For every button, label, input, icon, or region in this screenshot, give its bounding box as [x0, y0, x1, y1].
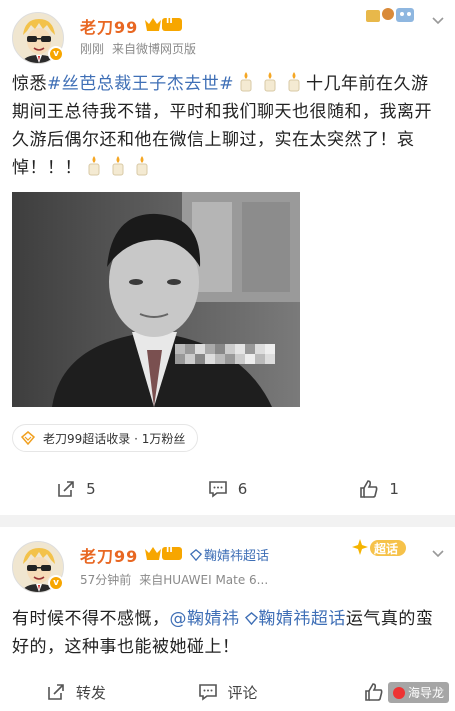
member-crown-icon [145, 547, 182, 560]
supertopic-inline-link[interactable]: 鞠婧祎超话 [245, 609, 346, 629]
like-count: 1 [389, 480, 399, 498]
action-bar: 转发 评论 [0, 677, 455, 707]
comment-icon [208, 481, 227, 498]
post-photo[interactable] [12, 192, 300, 407]
candle-icon [264, 72, 276, 92]
candle-icon [240, 72, 252, 92]
post-time: 刚刚 [80, 42, 105, 56]
repost-button[interactable]: 5 [0, 474, 152, 504]
supertopic-chip-label: 老刀99超话收录 · 1万粉丝 [43, 431, 186, 446]
candle-icon [288, 72, 300, 92]
thumbs-up-icon [365, 683, 383, 701]
candle-icon [112, 156, 124, 176]
supertopic-diamond-icon [21, 431, 35, 445]
username[interactable]: 老刀99 [80, 543, 138, 567]
decoration-sticker-icon [366, 8, 414, 22]
candle-icon [136, 156, 148, 176]
watermark-logo-icon [392, 687, 405, 699]
hashtag-link[interactable]: #丝芭总裁王子杰去世# [47, 74, 234, 94]
post-source: 来自微博网页版 [112, 42, 197, 56]
supertopic-diamond-icon [189, 549, 203, 562]
repost-icon [58, 481, 74, 497]
post-body: 惊悉#丝芭总裁王子杰去世# 十几年前在久游期间王总待我不错，平时和我们聊天也很随和… [12, 70, 444, 182]
post-time: 57分钟前 [80, 573, 132, 587]
repost-button[interactable]: 转发 [0, 677, 152, 707]
supertopic-label: 鞠婧祎超话 [204, 549, 270, 564]
post-text-intro: 惊悉 [12, 74, 47, 94]
thumbs-up-icon [360, 480, 378, 498]
comment-button[interactable]: 6 [152, 474, 304, 504]
action-bar: 5 6 1 [0, 474, 455, 504]
post-meta: 刚刚 来自微博网页版 [80, 40, 196, 57]
corner-badge-label: 超话 [374, 542, 399, 556]
verified-badge-icon: v [48, 46, 64, 62]
comment-icon [198, 684, 217, 701]
candle-icon [88, 156, 100, 176]
post-body: 有时候不得不感慨，@鞠婧祎 鞠婧祎超话运气真的蛮好的，这种事也能被她碰上！ [12, 605, 444, 661]
repost-count: 5 [86, 480, 96, 498]
comment-label: 评论 [227, 683, 258, 702]
weibo-post-1: v 老刀99 II 刚刚 来自微博网页版 惊悉#丝芭总裁王子杰去世# 十几年前在久游… [0, 0, 455, 515]
level-badge: II [166, 545, 173, 555]
weibo-post-2: v 老刀99 II 鞠婧祎超话 57分钟前 来自HUAWEI Mate 6... … [0, 527, 455, 711]
like-button[interactable]: 1 [303, 474, 455, 504]
supertopic-corner-badge: 超话 [352, 537, 408, 559]
repost-label: 转发 [75, 683, 106, 702]
repost-icon [48, 684, 64, 700]
comment-count: 6 [237, 480, 248, 498]
level-badge: II [166, 16, 173, 26]
post-text-before: 有时候不得不感慨， [12, 609, 170, 629]
supertopic-inline-label: 鞠婧祎超话 [258, 609, 346, 629]
supertopic-chip[interactable]: 老刀99超话收录 · 1万粉丝 [12, 424, 199, 452]
post-meta: 57分钟前 来自HUAWEI Mate 6... [80, 571, 268, 588]
supertopic-link[interactable]: 鞠婧祎超话 [189, 545, 270, 564]
candle-emoji-group [234, 72, 306, 94]
supertopic-diamond-icon [245, 612, 259, 626]
post-source: 来自HUAWEI Mate 6... [139, 573, 269, 587]
mosaic-blur [175, 344, 275, 364]
mention-link[interactable]: @鞠婧祎 [170, 609, 240, 629]
username[interactable]: 老刀99 [80, 14, 138, 38]
chevron-down-icon[interactable] [430, 12, 446, 28]
watermark-text: 海导龙 [407, 686, 444, 700]
member-crown-icon [145, 18, 182, 31]
chevron-down-icon[interactable] [430, 545, 446, 561]
watermark: 海导龙 [387, 682, 449, 703]
comment-button[interactable]: 评论 [152, 677, 304, 707]
verified-badge-icon: v [48, 575, 64, 591]
candle-emoji-group [82, 156, 154, 178]
